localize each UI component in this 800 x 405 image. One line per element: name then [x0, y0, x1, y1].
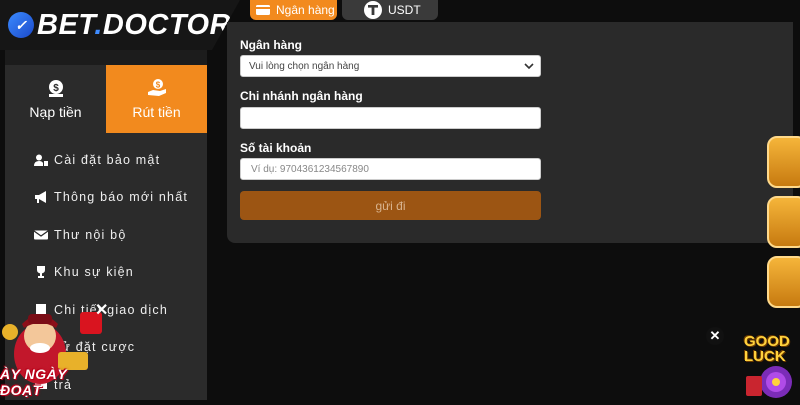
- withdraw-button[interactable]: $ Rút tiền: [106, 65, 207, 133]
- svg-text:$: $: [53, 83, 59, 94]
- floating-facebook-button[interactable]: [767, 196, 800, 248]
- deposit-button[interactable]: $ Nạp tiền: [5, 65, 106, 133]
- close-promo-right-icon[interactable]: ✕: [706, 327, 724, 345]
- menu-item-label: Khu sự kiện: [54, 265, 134, 280]
- user-lock-icon: [34, 154, 48, 166]
- money-bag-icon: $: [48, 80, 63, 97]
- menu-item-security[interactable]: Cài đặt bảo mật: [5, 141, 207, 179]
- withdraw-label: Rút tiền: [132, 104, 181, 120]
- trophy-icon: [37, 266, 45, 279]
- account-number-field[interactable]: [249, 162, 540, 176]
- hand-coin-icon: $: [147, 79, 166, 96]
- promo-right-caption-line2: LUCK: [744, 348, 786, 365]
- deposit-label: Nạp tiền: [29, 104, 82, 120]
- tether-icon: [364, 1, 382, 19]
- logo-text: BET.DOCTOR: [37, 9, 231, 42]
- bank-card-icon: [256, 5, 270, 15]
- svg-text:$: $: [155, 81, 160, 90]
- bank-label: Ngân hàng: [240, 38, 302, 52]
- branch-label: Chi nhánh ngân hàng: [240, 89, 363, 103]
- menu-item-events[interactable]: Khu sự kiện: [5, 254, 207, 292]
- promo-left-caption: ÀY NGÀY ĐOẠT: [0, 366, 67, 398]
- branch-input-field[interactable]: [249, 111, 540, 125]
- brand-logo[interactable]: ✓ BET.DOCTOR: [0, 0, 240, 50]
- menu-item-inbox[interactable]: Thư nội bộ: [5, 216, 207, 254]
- menu-item-announcements[interactable]: Thông báo mới nhất: [5, 179, 207, 217]
- logo-text-suffix: DOCTOR: [102, 8, 232, 41]
- withdraw-form-panel: Ngân hàng Vui lòng chọn ngân hàng Chi nh…: [227, 22, 793, 243]
- bank-select[interactable]: Vui lòng chọn ngân hàng: [240, 55, 541, 77]
- floating-chat-button[interactable]: [767, 136, 800, 188]
- logo-text-prefix: BET: [37, 8, 95, 41]
- submit-button[interactable]: gửi đi: [240, 191, 541, 220]
- floating-telegram-button[interactable]: [767, 256, 800, 308]
- menu-item-label: Thông báo mới nhất: [54, 190, 189, 205]
- tab-bank-label: Ngân hàng: [276, 3, 335, 17]
- promo-banner-right[interactable]: GOOD LUCK: [742, 332, 800, 400]
- branch-input[interactable]: [240, 107, 541, 129]
- mode-switch: $ Nạp tiền $ Rút tiền: [5, 65, 207, 133]
- tab-bank[interactable]: Ngân hàng: [250, 0, 337, 20]
- menu-item-label: Thư nội bộ: [54, 227, 127, 242]
- chevron-down-icon: [524, 63, 534, 70]
- sidebar-top-strip: [5, 50, 207, 65]
- logo-mark-icon: ✓: [8, 12, 34, 38]
- tab-usdt[interactable]: USDT: [342, 0, 438, 20]
- close-promo-left-icon[interactable]: ✕: [95, 300, 108, 320]
- promo-right-caption: GOOD LUCK: [744, 334, 790, 364]
- menu-item-label: Cài đặt bảo mật: [54, 152, 161, 167]
- account-number-input[interactable]: [240, 158, 541, 180]
- megaphone-icon: [35, 191, 46, 204]
- tab-usdt-label: USDT: [388, 3, 421, 17]
- logo-text-dot: .: [94, 8, 103, 41]
- envelope-icon: [34, 230, 48, 240]
- account-number-label: Số tài khoản: [240, 141, 312, 155]
- bank-select-value: Vui lòng chọn ngân hàng: [249, 60, 360, 72]
